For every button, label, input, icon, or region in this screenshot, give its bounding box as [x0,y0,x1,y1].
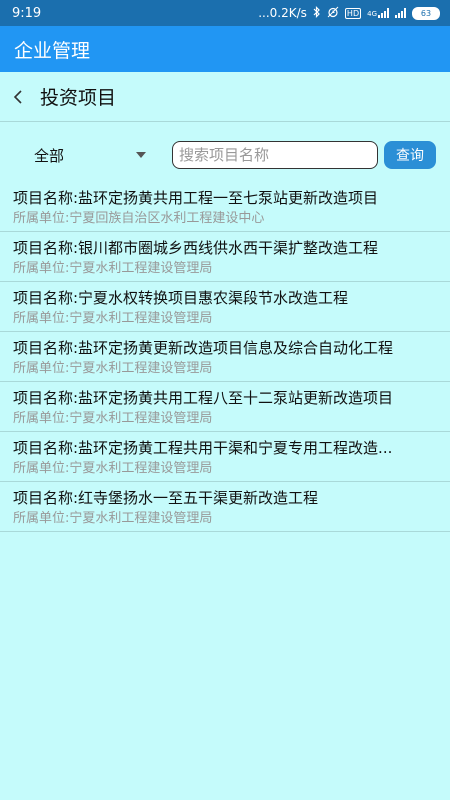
sub-header: 投资项目 [0,72,450,122]
bluetooth-icon [313,5,321,21]
project-unit: 所属单位:宁夏回族自治区水利工程建设中心 [13,211,265,226]
project-name: 项目名称:盐环定扬黄共用工程一至七泵站更新改造项目 [13,189,379,207]
signal-label: 4G [367,10,377,18]
project-unit: 所属单位:宁夏水利工程建设管理局 [13,411,213,426]
project-list: 项目名称:盐环定扬黄共用工程一至七泵站更新改造项目 所属单位:宁夏回族自治区水利… [0,182,450,532]
project-name: 项目名称:盐环定扬黄共用工程八至十二泵站更新改造项目 [13,389,394,407]
project-name: 项目名称:盐环定扬黄更新改造项目信息及综合自动化工程 [13,339,394,357]
back-arrow-icon[interactable] [12,86,34,108]
app-title: 企业管理 [14,39,91,62]
list-item[interactable]: 项目名称:宁夏水权转换项目惠农渠段节水改造工程 所属单位:宁夏水利工程建设管理局 [0,282,450,332]
status-time: 9:19 [12,5,42,21]
project-unit: 所属单位:宁夏水利工程建设管理局 [13,361,213,376]
dropdown-value: 全部 [34,146,65,165]
list-item[interactable]: 项目名称:盐环定扬黄共用工程八至十二泵站更新改造项目 所属单位:宁夏水利工程建设… [0,382,450,432]
category-dropdown[interactable]: 全部 [0,137,160,173]
query-button[interactable]: 查询 [384,141,436,169]
list-item[interactable]: 项目名称:盐环定扬黄共用工程一至七泵站更新改造项目 所属单位:宁夏回族自治区水利… [0,182,450,232]
project-name: 项目名称:宁夏水权转换项目惠农渠段节水改造工程 [13,289,349,307]
list-item[interactable]: 项目名称:盐环定扬黄更新改造项目信息及综合自动化工程 所属单位:宁夏水利工程建设… [0,332,450,382]
filter-row: 全部 查询 [0,130,450,180]
alarm-icon [327,6,339,21]
signal-4g-icon: 4G [367,8,389,18]
project-name: 项目名称:盐环定扬黄工程共用干渠和宁夏专用工程改造... [13,439,393,457]
project-name: 项目名称:银川都市圈城乡西线供水西干渠扩整改造工程 [13,239,379,257]
battery-icon: 63 [412,6,440,20]
list-item[interactable]: 项目名称:红寺堡扬水一至五干渠更新改造工程 所属单位:宁夏水利工程建设管理局 [0,482,450,532]
hd-badge: HD [344,7,362,19]
list-item[interactable]: 项目名称:盐环定扬黄工程共用干渠和宁夏专用工程改造... 所属单位:宁夏水利工程… [0,432,450,482]
list-item[interactable]: 项目名称:银川都市圈城乡西线供水西干渠扩整改造工程 所属单位:宁夏水利工程建设管… [0,232,450,282]
status-icons: ...0.2K/s HD 4G 63 [258,5,440,21]
project-name: 项目名称:红寺堡扬水一至五干渠更新改造工程 [13,489,319,507]
project-unit: 所属单位:宁夏水利工程建设管理局 [13,311,213,326]
signal-icon [395,8,406,18]
app-bar: 企业管理 [0,26,450,72]
project-unit: 所属单位:宁夏水利工程建设管理局 [13,511,213,526]
project-unit: 所属单位:宁夏水利工程建设管理局 [13,261,213,276]
network-speed: ...0.2K/s [258,6,307,20]
status-bar: 9:19 ...0.2K/s HD 4G 63 [0,0,450,26]
caret-down-icon [136,152,146,158]
search-input[interactable] [172,141,378,169]
page-title: 投资项目 [40,87,117,109]
project-unit: 所属单位:宁夏水利工程建设管理局 [13,461,213,476]
